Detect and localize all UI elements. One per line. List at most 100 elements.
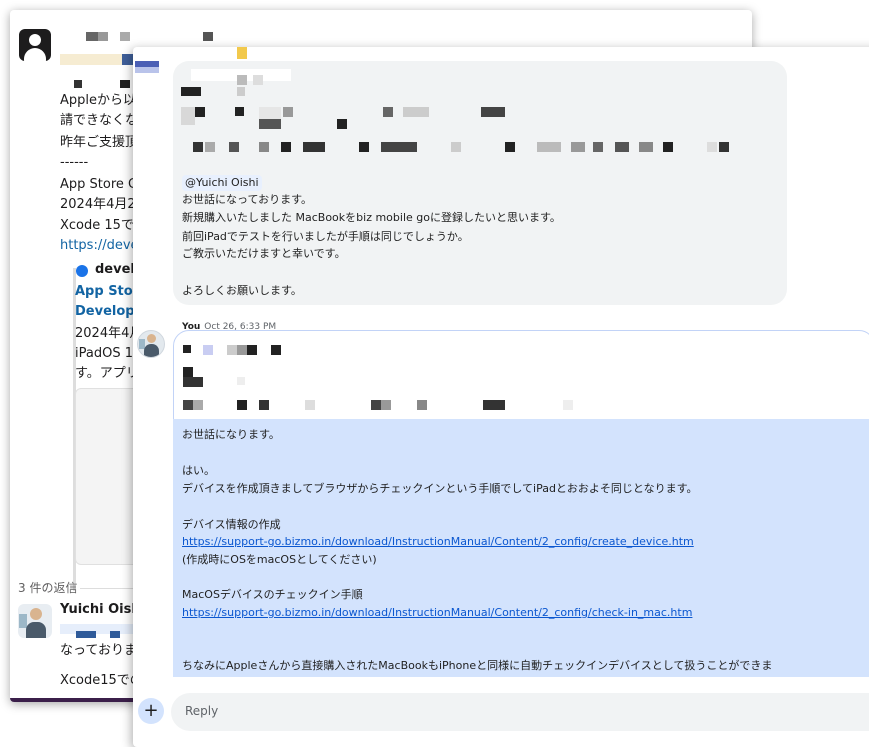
redacted-block: [283, 107, 293, 117]
redacted-block: [237, 75, 247, 85]
app-logo-icon: [135, 61, 159, 73]
redacted-block: [193, 142, 203, 152]
section-title: デバイス情報の作成: [182, 518, 281, 531]
redacted-block: [381, 142, 417, 152]
redacted-block: [98, 32, 108, 41]
redacted-block: [281, 142, 291, 152]
redacted-block: [259, 400, 269, 410]
check-in-mac-link[interactable]: https://support-go.bizmo.in/download/Ins…: [182, 605, 692, 621]
message-line: 昨年ご支援頂: [60, 135, 139, 150]
reply-line: なっておりま: [60, 643, 137, 658]
outgoing-message-line: はい。: [182, 464, 215, 477]
redacted-block: [451, 142, 461, 152]
redacted-block: [707, 142, 717, 152]
outgoing-message-line: お世話になります。: [182, 428, 280, 441]
redacted-block: [483, 400, 505, 410]
redacted-block: [337, 119, 347, 129]
redacted-block: [383, 107, 393, 117]
redacted-block: [247, 345, 257, 355]
redacted-block: [183, 400, 193, 410]
redacted-block: [381, 400, 391, 410]
incoming-message-line: よろしくお願いします。: [182, 284, 302, 297]
incoming-message-line: お世話になっております。: [182, 193, 313, 206]
redacted-block: [305, 400, 315, 410]
message-line: Xcode 15で: [60, 218, 134, 233]
redacted-block: [403, 107, 429, 117]
apple-icon: [76, 265, 88, 277]
google-chat-window: @Yuichi Oishi お世話になっております。 新規購入いたしました Ma…: [133, 47, 869, 747]
redacted-block: [120, 32, 130, 41]
default-avatar-icon[interactable]: [19, 29, 51, 61]
redacted-block: [227, 345, 237, 355]
redacted-block: [110, 631, 120, 638]
redacted-block: [663, 142, 673, 152]
create-device-link[interactable]: https://support-go.bizmo.in/download/Ins…: [182, 534, 694, 550]
redacted-block: [505, 142, 515, 152]
redacted-block: [229, 142, 239, 152]
redacted-block: [181, 87, 201, 96]
section-title: MacOSデバイスのチェックイン手順: [182, 588, 363, 601]
redacted-block: [259, 119, 281, 129]
redacted-block: [719, 142, 729, 152]
redacted-block: [537, 142, 561, 152]
reply-line: Xcode15での: [60, 673, 143, 688]
redacted-block: [195, 107, 205, 117]
user-mention-chip[interactable]: @Yuichi Oishi: [182, 175, 262, 191]
quoted-message-box: [173, 330, 869, 420]
redacted-block: [205, 142, 215, 152]
redacted-block: [203, 32, 213, 41]
user-avatar[interactable]: [137, 330, 165, 358]
redacted-block: [271, 345, 281, 355]
redacted-block: [181, 107, 195, 125]
reply-input[interactable]: [171, 693, 869, 731]
outgoing-message-line: デバイスを作成頂きましてブラウザからチェックインという手順でしてiPadとおおよ…: [182, 482, 698, 495]
redacted-block: [253, 75, 263, 85]
redacted-block: [203, 345, 213, 355]
redacted-block: [563, 400, 573, 410]
redacted-block: [259, 142, 269, 152]
redacted-block: [615, 142, 629, 152]
redacted-block: [60, 624, 140, 634]
incoming-message-bubble: [173, 61, 787, 305]
redacted-block: [183, 377, 203, 387]
incoming-message-line: 前回iPadでテストを行いましたが手順は同じでしょうか。: [182, 230, 469, 243]
message-line: 2024年4月2: [60, 197, 136, 212]
incoming-message-line: ご教示いただけますと幸いです。: [182, 247, 346, 260]
outgoing-message-line: ちなみにAppleさんから直接購入されたMacBookもiPhoneと同様に自動…: [182, 659, 773, 672]
redacted-block: [60, 54, 122, 65]
message-line: App Store C: [60, 177, 138, 192]
redacted-block: [237, 400, 247, 410]
redacted-block: [371, 400, 381, 410]
redacted-block: [639, 142, 653, 152]
redacted-block: [183, 345, 191, 353]
redacted-block: [417, 400, 427, 410]
redacted-block: [237, 87, 245, 96]
card-text: す。アプリ: [75, 366, 139, 381]
redacted-block: [235, 107, 244, 116]
card-text: iPadOS 17: [75, 346, 142, 361]
redacted-block: [237, 47, 247, 59]
redacted-block: [76, 631, 96, 638]
redacted-block: [74, 80, 82, 88]
redacted-block: [86, 32, 98, 41]
redacted-block: [303, 142, 325, 152]
message-link[interactable]: https://deve: [60, 237, 139, 255]
redacted-block: [481, 107, 505, 117]
add-attachment-button[interactable]: +: [138, 698, 164, 724]
message-line: ------: [60, 155, 89, 170]
redacted-block: [193, 400, 203, 410]
redacted-block: [120, 80, 130, 88]
outgoing-message-line: (作成時にOSをmacOSとしてください): [182, 553, 377, 566]
redacted-block: [593, 142, 603, 152]
reply-placeholder: Reply: [185, 704, 219, 718]
incoming-message-line: 新規購入いたしました MacBookをbiz mobile goに登録したいと思…: [182, 211, 561, 224]
replies-count[interactable]: 3 件の返信: [18, 579, 77, 596]
redacted-block: [237, 345, 247, 355]
user-avatar[interactable]: [18, 604, 52, 638]
card-site-name: devel: [95, 262, 135, 277]
redacted-block: [183, 367, 193, 377]
message-line: Appleから以: [60, 93, 137, 108]
redacted-block: [237, 377, 245, 385]
message-line: 請できなくな: [60, 113, 139, 128]
redacted-block: [571, 142, 585, 152]
